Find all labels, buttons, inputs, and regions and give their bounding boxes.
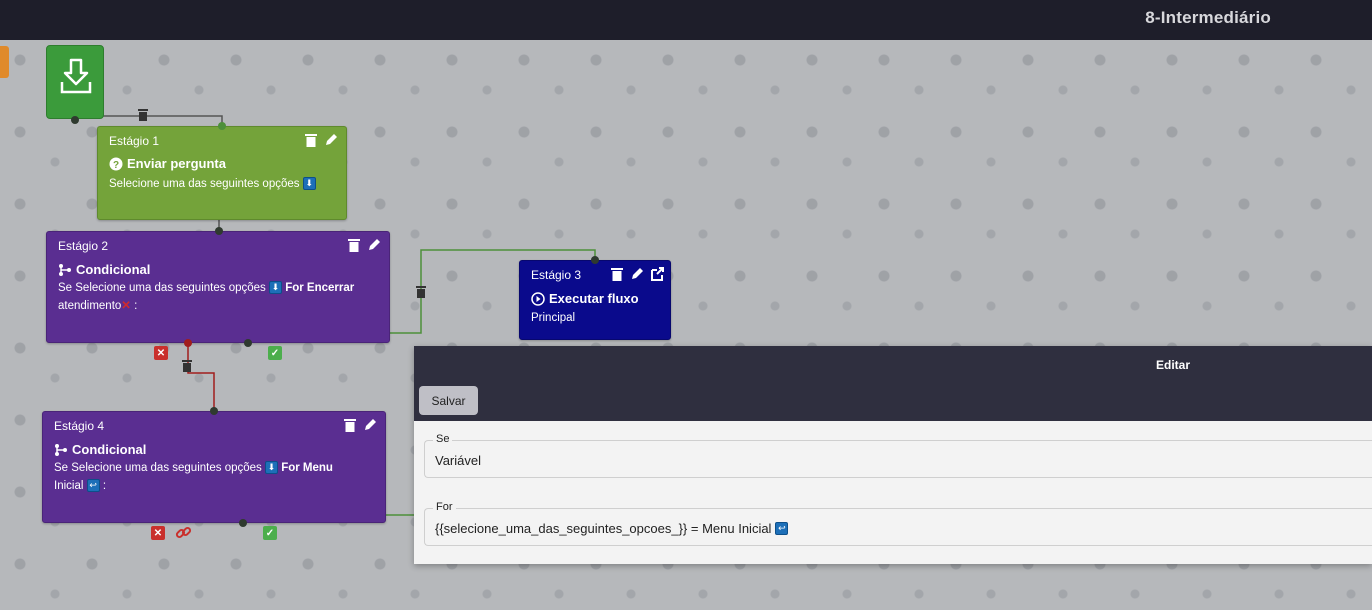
condition-text: Se Selecione uma das seguintes opções	[58, 282, 266, 294]
down-arrow-badge-icon: ⬇	[264, 461, 278, 475]
play-circle-icon	[531, 291, 545, 306]
stage-4-input-port[interactable]	[210, 407, 218, 415]
stage-1-node[interactable]: Estágio 1 ? Enviar pergunta Selecione um…	[97, 126, 347, 220]
link-icon[interactable]	[175, 524, 192, 541]
trash-icon[interactable]	[347, 238, 361, 252]
se-field[interactable]: Se Variável	[424, 433, 1372, 478]
condition-text: Se Selecione uma das seguintes opções	[54, 462, 262, 474]
pencil-icon[interactable]	[367, 238, 381, 252]
node-title: Enviar pergunta	[127, 156, 226, 171]
stage-label: Estágio 2	[58, 239, 109, 253]
stage-label: Estágio 1	[109, 134, 160, 148]
x-mark-icon[interactable]: ✕	[154, 346, 168, 360]
condition-end: :	[134, 300, 138, 312]
se-value: Variável	[435, 453, 482, 468]
trash-icon[interactable]	[181, 359, 193, 372]
trash-icon[interactable]	[137, 108, 149, 121]
stage-1-input-port[interactable]	[218, 122, 226, 130]
pencil-icon[interactable]	[363, 418, 377, 432]
condition-value: Inicial	[54, 480, 84, 492]
se-legend: Se	[433, 433, 453, 445]
condition-value: atendimento	[58, 300, 122, 312]
for-legend: For	[433, 501, 456, 513]
node-title: Executar fluxo	[549, 291, 639, 306]
edit-panel-title: Editar	[1156, 358, 1191, 372]
branch-icon	[59, 263, 71, 276]
node-description: Selecione uma das seguintes opções	[109, 178, 300, 190]
check-icon[interactable]: ✓	[268, 346, 282, 360]
stage-label: Estágio 3	[531, 268, 582, 282]
node-title: Condicional	[72, 442, 147, 457]
trash-icon[interactable]	[610, 267, 624, 281]
external-link-icon[interactable]	[650, 267, 664, 281]
stage-2-output-port[interactable]	[244, 339, 252, 347]
x-mark-icon[interactable]: ✕	[151, 526, 165, 540]
edit-panel-header: Editar Salvar	[414, 346, 1372, 421]
return-badge-icon: ↩	[86, 479, 100, 493]
x-mark-icon: ✕	[121, 300, 131, 312]
for-value: {{selecione_uma_das_seguintes_opcoes_}} …	[435, 521, 772, 536]
trash-icon[interactable]	[343, 418, 357, 432]
stage-3-input-port[interactable]	[591, 256, 599, 264]
for-keyword: For Menu	[281, 462, 333, 474]
return-badge-icon: ↩	[775, 522, 789, 535]
start-node[interactable]	[46, 45, 104, 119]
stage-3-node[interactable]: Estágio 3 Executar fluxo Principal	[519, 260, 671, 340]
for-field[interactable]: For {{selecione_uma_das_seguintes_opcoes…	[424, 501, 1372, 546]
branch-icon	[55, 443, 67, 456]
condition-end: :	[102, 480, 107, 492]
pencil-icon[interactable]	[630, 267, 644, 281]
stage-label: Estágio 4	[54, 419, 105, 433]
svg-text:?: ?	[113, 160, 119, 171]
stage-4-node[interactable]: Estágio 4 Condicional Se Selecione uma d…	[42, 411, 386, 523]
stage-2-node[interactable]: Estágio 2 Condicional Se Selecione uma d…	[46, 231, 390, 343]
down-arrow-badge-icon: ⬇	[302, 177, 316, 191]
start-output-port[interactable]	[71, 116, 79, 124]
download-icon	[60, 58, 92, 94]
pencil-icon[interactable]	[324, 133, 338, 147]
stage-2-input-port[interactable]	[215, 227, 223, 235]
trash-icon[interactable]	[415, 285, 427, 298]
edit-panel: Editar Salvar Se Variável For {{selecion…	[414, 346, 1372, 564]
node-title: Condicional	[76, 262, 151, 277]
for-keyword: For Encerrar	[285, 282, 355, 294]
question-circle-icon: ?	[109, 157, 123, 171]
down-arrow-badge-icon: ⬇	[268, 281, 282, 295]
node-description: Principal	[531, 312, 576, 324]
save-button[interactable]: Salvar	[419, 386, 478, 415]
trash-icon[interactable]	[304, 133, 318, 147]
check-icon[interactable]: ✓	[263, 526, 277, 540]
stage-2-false-port[interactable]	[184, 339, 192, 347]
stage-4-output-port[interactable]	[239, 519, 247, 527]
